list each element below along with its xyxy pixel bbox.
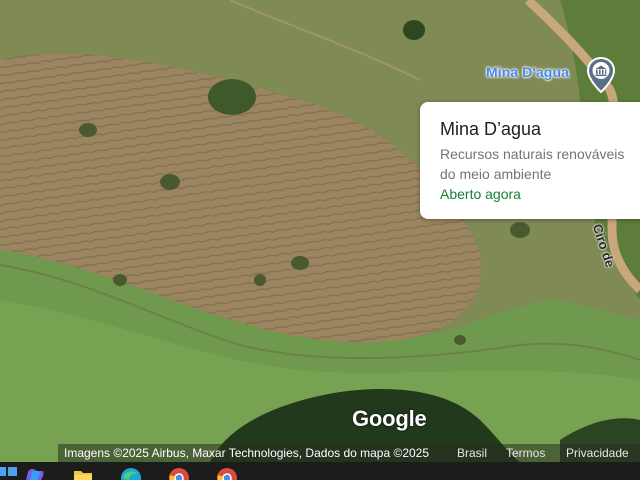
open-status: Aberto agora [440,186,521,202]
place-pin-label[interactable]: Mina D'agua [486,64,569,80]
region-link[interactable]: Brasil [457,444,487,462]
place-category-line2: do meio ambiente [440,166,552,182]
place-info-card[interactable]: Mina D’agua Recursos naturais renováveis… [420,102,640,219]
edge-icon[interactable] [120,466,142,480]
file-explorer-icon[interactable] [72,466,94,480]
windows-start-icon[interactable] [0,466,18,480]
museum-icon[interactable] [587,57,615,93]
google-logo: Google [352,406,427,431]
attribution-bar: Imagens ©2025 Airbus, Maxar Technologies… [58,444,640,462]
place-title[interactable]: Mina D’agua [440,118,640,140]
taskbar [0,462,640,480]
chrome-icon[interactable] [168,466,190,480]
privacy-link[interactable]: Privacidade [566,444,629,462]
place-category-line1: Recursos naturais renováveis [440,146,625,162]
terms-link[interactable]: Termos [506,444,545,462]
chrome-icon[interactable] [216,466,238,480]
copilot-icon[interactable] [24,466,46,480]
imagery-credits: Imagens ©2025 Airbus, Maxar Technologies… [64,446,430,460]
